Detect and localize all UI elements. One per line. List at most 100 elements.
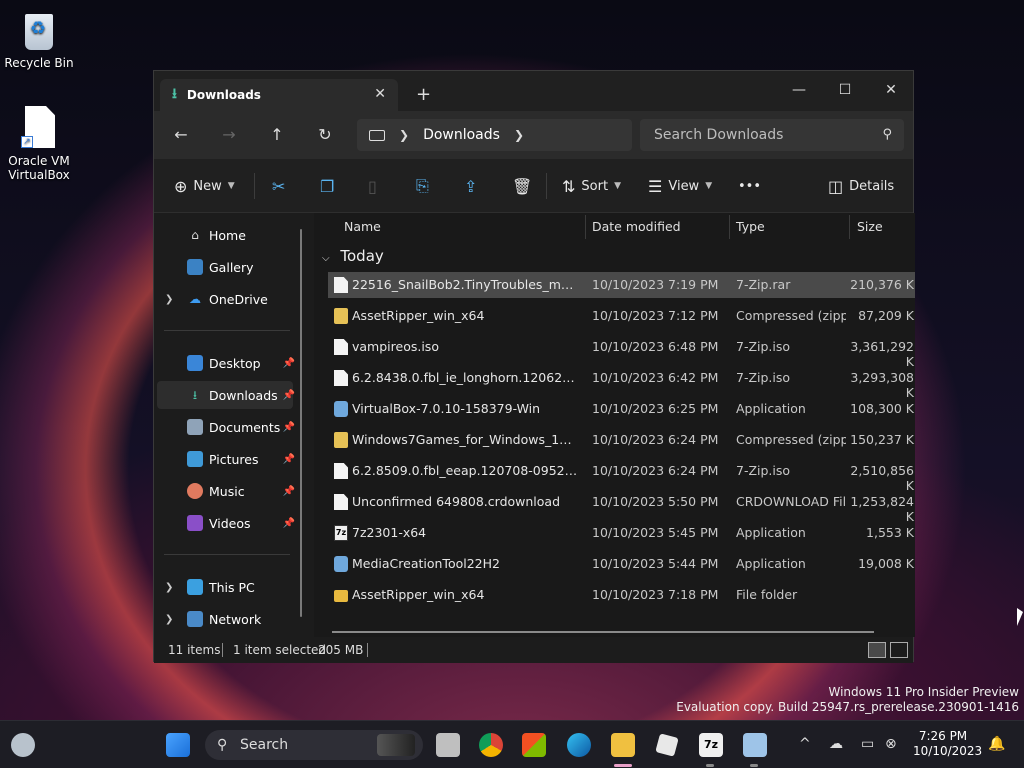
up-button[interactable]: ↑ bbox=[264, 123, 290, 147]
view-button[interactable]: ☰ View ▼ bbox=[648, 175, 712, 197]
nav-item-videos[interactable]: Videos 📌 bbox=[157, 509, 295, 537]
start-button[interactable] bbox=[166, 733, 190, 757]
new-button[interactable]: ⊕ New ▼ bbox=[174, 175, 235, 197]
chrome-icon[interactable] bbox=[479, 733, 503, 757]
gallery-icon bbox=[187, 259, 203, 275]
file-row[interactable]: VirtualBox-7.0.10-158379-Win 10/10/2023 6… bbox=[328, 396, 915, 422]
app-icon bbox=[334, 556, 348, 572]
nav-item-downloads[interactable]: ⭳ Downloads 📌 bbox=[157, 381, 295, 409]
file-row[interactable]: 6.2.8438.0.fbl_ie_longhorn.120620-2000_a… bbox=[328, 365, 915, 400]
nav-scrollbar[interactable] bbox=[300, 229, 302, 617]
taskbar: ⚲ Search 7z ^ ☁ ▭ ⊗ 7:26 PM 10/10/2023 🔔 bbox=[0, 720, 1024, 768]
refresh-button[interactable]: ↻ bbox=[312, 123, 338, 147]
speaker-muted-icon[interactable]: ⊗ bbox=[885, 736, 897, 752]
chevron-right-icon[interactable]: ❯ bbox=[165, 614, 173, 625]
details-view-icon[interactable] bbox=[868, 642, 886, 658]
sort-button[interactable]: ⇅ Sort ▼ bbox=[562, 175, 621, 197]
task-view-icon[interactable] bbox=[436, 733, 460, 757]
view-label: View bbox=[668, 178, 700, 194]
nav-item-pictures[interactable]: Pictures 📌 bbox=[157, 445, 295, 473]
nav-item-music[interactable]: Music 📌 bbox=[157, 477, 295, 505]
file-type: CRDOWNLOAD File bbox=[736, 494, 846, 509]
search-input[interactable]: Search Downloads ⚲ bbox=[640, 119, 904, 151]
cut-button[interactable]: ✂ bbox=[272, 175, 291, 197]
share-icon: ⇪ bbox=[464, 176, 478, 196]
file-type: Compressed (zipp... bbox=[736, 432, 846, 447]
file-explorer-icon[interactable] bbox=[611, 733, 635, 757]
file-row[interactable]: 22516_SnailBob2.TinyTroubles_multi.rar 10… bbox=[328, 272, 915, 298]
rename-button[interactable]: ⎘ bbox=[416, 175, 435, 197]
file-row[interactable]: 7z 7z2301-x64 10/10/2023 5:45 PM Applicatio… bbox=[328, 520, 915, 546]
chevron-up-icon[interactable]: ^ bbox=[799, 736, 811, 752]
column-header-date[interactable]: Date modified bbox=[592, 213, 681, 241]
copy-button[interactable]: ❐ bbox=[320, 175, 340, 197]
file-row[interactable]: AssetRipper_win_x64 10/10/2023 7:12 PM Com… bbox=[328, 303, 915, 329]
share-button[interactable]: ⇪ bbox=[464, 175, 483, 197]
scissors-icon: ✂ bbox=[272, 176, 286, 196]
navigation-pane: ⌂ Home Gallery ❯ ☁ OneDrive Desktop 📌 ⭳ … bbox=[154, 213, 306, 637]
store-icon[interactable] bbox=[522, 733, 546, 757]
file-row[interactable]: Unconfirmed 649808.crdownload 10/10/2023 … bbox=[328, 489, 915, 524]
chevron-right-icon[interactable]: ❯ bbox=[165, 294, 173, 305]
app-icon[interactable] bbox=[743, 733, 767, 757]
computer-icon bbox=[187, 579, 203, 595]
chevron-right-icon[interactable]: ❯ bbox=[514, 128, 524, 142]
file-row[interactable]: MediaCreationTool22H2 10/10/2023 5:44 PM A… bbox=[328, 551, 915, 577]
weather-icon[interactable] bbox=[11, 733, 35, 757]
file-name: Unconfirmed 649808.crdownload bbox=[352, 494, 561, 509]
file-size: 1,553 K bbox=[866, 525, 914, 540]
nav-item-network[interactable]: ❯ Network bbox=[157, 605, 293, 633]
file-row[interactable]: Windows7Games_for_Windows_11_10_8 10/10/2… bbox=[328, 427, 915, 453]
nav-item-this-pc[interactable]: ❯ This PC bbox=[157, 573, 293, 601]
chevron-right-icon[interactable]: ❯ bbox=[165, 582, 173, 593]
file-row[interactable]: 6.2.8509.0.fbl_eeap.120708-0952_armfre_c… bbox=[328, 458, 915, 493]
chevron-down-icon: ▼ bbox=[705, 181, 713, 191]
desktop-icon-recycle-bin[interactable]: ♻ Recycle Bin bbox=[0, 8, 78, 70]
address-bar[interactable]: ❯ Downloads ❯ bbox=[357, 119, 632, 151]
nav-item-home[interactable]: ⌂ Home bbox=[157, 221, 293, 249]
nav-item-onedrive[interactable]: ❯ ☁ OneDrive bbox=[157, 285, 293, 313]
column-header-type[interactable]: Type bbox=[736, 213, 765, 241]
title-bar: ⭳ Downloads ✕ + — ☐ ✕ bbox=[154, 71, 913, 111]
roblox-icon[interactable] bbox=[655, 733, 679, 757]
search-highlight-image bbox=[377, 734, 415, 756]
forward-button[interactable]: → bbox=[216, 123, 242, 147]
paste-button[interactable]: ▯ bbox=[368, 175, 383, 197]
minimize-button[interactable]: — bbox=[776, 77, 822, 103]
nav-item-documents[interactable]: Documents 📌 bbox=[157, 413, 295, 441]
breadcrumb-downloads[interactable]: Downloads bbox=[423, 127, 500, 143]
notification-bell-icon[interactable]: 🔔 bbox=[988, 736, 1005, 752]
tiles-view-icon[interactable] bbox=[890, 642, 908, 658]
file-row[interactable]: AssetRipper_win_x64 10/10/2023 7:18 PM Fil… bbox=[328, 582, 915, 608]
pin-icon: 📌 bbox=[282, 453, 295, 465]
document-shortcut-icon: ↗ bbox=[19, 106, 59, 150]
file-name: VirtualBox-7.0.10-158379-Win bbox=[352, 401, 541, 416]
clock[interactable]: 7:26 PM 10/10/2023 bbox=[913, 729, 982, 759]
taskbar-search[interactable]: ⚲ Search bbox=[205, 730, 423, 760]
back-button[interactable]: ← bbox=[168, 123, 194, 147]
column-header-name[interactable]: Name bbox=[344, 213, 381, 241]
chevron-right-icon[interactable]: ❯ bbox=[399, 128, 409, 142]
horizontal-scrollbar[interactable] bbox=[332, 631, 874, 633]
maximize-button[interactable]: ☐ bbox=[822, 77, 868, 103]
nav-item-desktop[interactable]: Desktop 📌 bbox=[157, 349, 295, 377]
details-button[interactable]: ◫ Details bbox=[828, 175, 894, 197]
edge-icon[interactable] bbox=[567, 733, 591, 757]
onedrive-icon[interactable]: ☁ bbox=[829, 736, 843, 752]
column-header-size[interactable]: Size bbox=[857, 213, 883, 241]
close-tab-icon[interactable]: ✕ bbox=[374, 86, 386, 102]
file-type: File folder bbox=[736, 587, 798, 602]
file-row[interactable]: vampireos.iso 10/10/2023 6:48 PM 7-Zip.iso… bbox=[328, 334, 915, 369]
nav-item-gallery[interactable]: Gallery bbox=[157, 253, 293, 281]
7zip-taskbar-icon[interactable]: 7z bbox=[699, 733, 723, 757]
delete-button[interactable]: 🗑 bbox=[512, 175, 538, 197]
group-header-today[interactable]: ⌵ Today bbox=[322, 247, 384, 265]
search-placeholder: Search Downloads bbox=[654, 127, 784, 143]
more-options-button[interactable]: ••• bbox=[738, 175, 761, 197]
display-icon[interactable]: ▭ bbox=[861, 736, 874, 752]
tab-downloads[interactable]: ⭳ Downloads ✕ bbox=[160, 79, 398, 111]
new-tab-button[interactable]: + bbox=[416, 84, 431, 105]
close-window-button[interactable]: ✕ bbox=[868, 77, 914, 103]
evaluation-watermark: Windows 11 Pro Insider Preview Evaluatio… bbox=[676, 685, 1019, 714]
desktop-icon-virtualbox[interactable]: ↗ Oracle VM VirtualBox bbox=[0, 106, 78, 182]
